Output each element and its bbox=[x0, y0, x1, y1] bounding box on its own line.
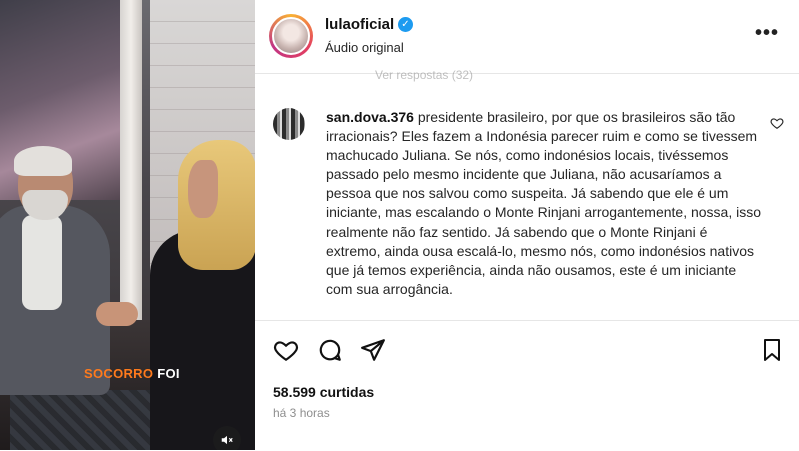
heart-icon[interactable] bbox=[273, 337, 299, 363]
more-options-icon[interactable]: ••• bbox=[755, 22, 779, 45]
comment-text: san.dova.376 presidente brasileiro, por … bbox=[326, 108, 764, 320]
post-panel: lulaoficial ✓ Áudio original ••• Ver res… bbox=[255, 0, 799, 450]
held-hands bbox=[96, 302, 138, 326]
commenter-avatar[interactable] bbox=[273, 108, 305, 140]
post-username[interactable]: lulaoficial bbox=[325, 16, 394, 33]
post-timestamp: há 3 horas bbox=[273, 406, 330, 420]
verified-badge-icon: ✓ bbox=[398, 17, 413, 32]
comment-body: presidente brasileiro, por que os brasil… bbox=[326, 109, 762, 297]
video-caption: SOCORRO FOI bbox=[84, 366, 180, 381]
bookmark-icon[interactable] bbox=[760, 337, 784, 363]
audio-label[interactable]: Áudio original bbox=[325, 40, 404, 55]
likes-count[interactable]: 58.599 curtidas bbox=[273, 384, 374, 400]
comment-like-icon[interactable] bbox=[770, 116, 784, 130]
post-header: lulaoficial ✓ Áudio original ••• bbox=[255, 0, 799, 74]
video-player[interactable]: SOCORRO FOI bbox=[0, 0, 255, 450]
action-bar: 58.599 curtidas há 3 horas bbox=[255, 320, 799, 451]
caption-text: FOI bbox=[157, 366, 180, 381]
comment-icon[interactable] bbox=[317, 337, 343, 363]
muted-speaker-icon[interactable] bbox=[213, 426, 241, 450]
view-replies-link[interactable]: Ver respostas (32) bbox=[375, 68, 473, 82]
caption-highlight: SOCORRO bbox=[84, 366, 154, 381]
comment-username[interactable]: san.dova.376 bbox=[326, 109, 414, 125]
avatar[interactable] bbox=[269, 14, 313, 58]
share-icon[interactable] bbox=[360, 337, 386, 363]
